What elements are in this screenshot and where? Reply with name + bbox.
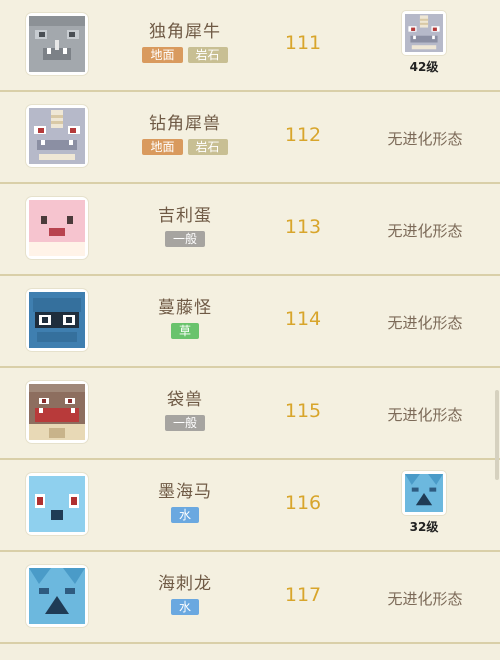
evolution-thumbnail[interactable] [402, 471, 446, 515]
evolution-target[interactable]: 32级 [400, 471, 448, 535]
evolution-none-label: 无进化形态 [387, 222, 463, 240]
rhyhorn-icon [29, 16, 85, 72]
pokedex-number: 111 [284, 32, 322, 54]
type-tag: 地面 [142, 47, 183, 63]
type-tag: 水 [170, 507, 199, 523]
rhydon-icon [29, 108, 85, 164]
pokemon-thumbnail[interactable] [26, 105, 88, 167]
type-tag: 岩石 [187, 139, 228, 155]
type-tags: 草 [130, 323, 240, 339]
scrollbar[interactable] [495, 390, 499, 480]
type-tag: 一般 [164, 231, 205, 247]
pokemon-name: 钻角犀兽 [149, 114, 221, 134]
kangaskhan-icon [29, 384, 85, 440]
pokemon-name: 海刺龙 [158, 574, 212, 594]
pokedex-number: 112 [284, 124, 322, 146]
seadra-icon [405, 474, 443, 512]
evolution-none-label: 无进化形态 [387, 314, 463, 332]
pokemon-row[interactable]: 墨海马水 116 32级 [0, 460, 500, 552]
evolution-level: 42级 [409, 60, 439, 74]
evolution-none-label: 无进化形态 [387, 130, 463, 148]
horsea-icon [29, 476, 85, 532]
pokemon-row[interactable]: 蔓藤怪草 114 无进化形态 [0, 276, 500, 368]
evolution-none-label: 无进化形态 [387, 590, 463, 608]
chansey-icon [29, 200, 85, 256]
type-tags: 一般 [130, 415, 240, 431]
pokemon-name: 蔓藤怪 [158, 298, 212, 318]
evolution-none-label: 无进化形态 [387, 406, 463, 424]
evolution-thumbnail[interactable] [402, 11, 446, 55]
type-tags: 一般 [130, 231, 240, 247]
pokemon-name: 独角犀牛 [149, 22, 221, 42]
pokemon-thumbnail[interactable] [26, 13, 88, 75]
pokemon-row[interactable]: 钻角犀兽地面 岩石 112 无进化形态 [0, 92, 500, 184]
type-tag: 岩石 [187, 47, 228, 63]
type-tags: 地面 岩石 [130, 139, 240, 155]
type-tag: 水 [170, 599, 199, 615]
type-tags: 地面 岩石 [130, 47, 240, 63]
seadra-icon [29, 568, 85, 624]
tangela-icon [29, 292, 85, 348]
pokedex-number: 113 [284, 216, 322, 238]
pokemon-thumbnail[interactable] [26, 289, 88, 351]
type-tags: 水 [130, 599, 240, 615]
pokemon-row[interactable]: 袋兽一般 115 无进化形态 [0, 368, 500, 460]
pokedex-number: 117 [284, 584, 322, 606]
pokedex-number: 116 [284, 492, 322, 514]
pokemon-row[interactable]: 独角犀牛地面 岩石 111 42级 [0, 0, 500, 92]
pokemon-thumbnail[interactable] [26, 381, 88, 443]
type-tag: 一般 [164, 415, 205, 431]
pokemon-thumbnail[interactable] [26, 565, 88, 627]
pokedex-number: 114 [284, 308, 322, 330]
evolution-level: 32级 [409, 520, 439, 534]
pokemon-thumbnail[interactable] [26, 197, 88, 259]
evolution-target[interactable]: 42级 [400, 11, 448, 75]
pokemon-row[interactable]: 海刺龙水 117 无进化形态 [0, 552, 500, 644]
pokemon-name: 袋兽 [167, 390, 203, 410]
pokemon-row[interactable]: 吉利蛋一般 113 无进化形态 [0, 184, 500, 276]
rhydon-icon [405, 14, 443, 52]
pokedex-number: 115 [284, 400, 322, 422]
pokemon-name: 墨海马 [158, 482, 212, 502]
type-tag: 草 [170, 323, 199, 339]
pokemon-thumbnail[interactable] [26, 473, 88, 535]
type-tags: 水 [130, 507, 240, 523]
type-tag: 地面 [142, 139, 183, 155]
pokemon-name: 吉利蛋 [158, 206, 212, 226]
